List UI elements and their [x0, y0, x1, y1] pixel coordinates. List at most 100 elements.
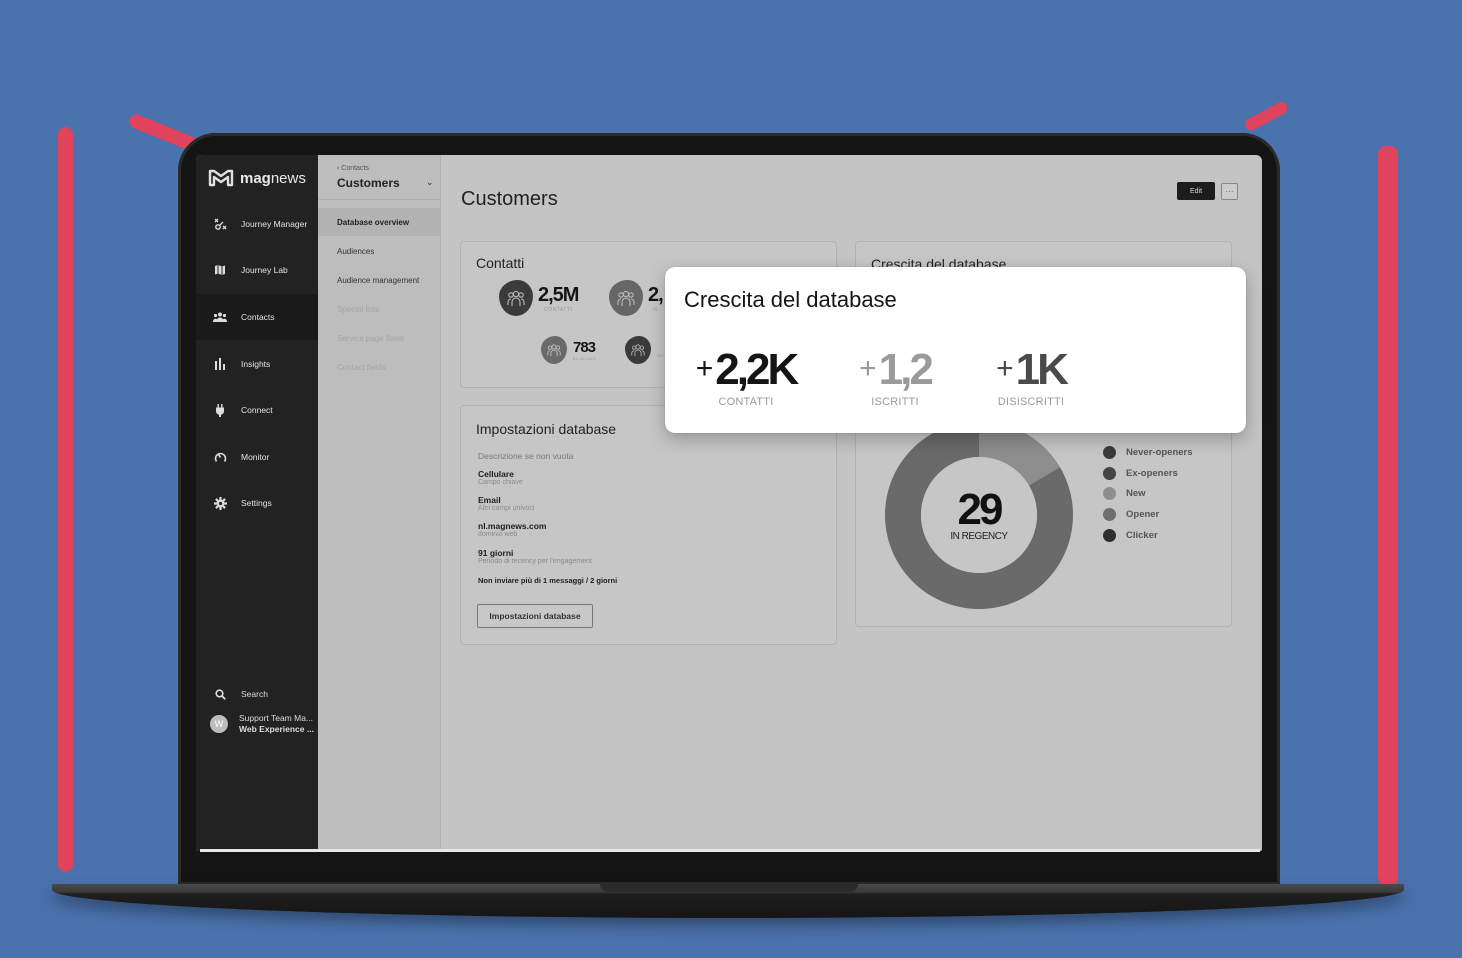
legend-item: Clicker: [1103, 528, 1158, 542]
magnews-logo-icon: [208, 169, 234, 187]
setting-caption: Altri campi univoci: [478, 505, 535, 512]
subnav-item-contact-fields: Contact fields: [337, 362, 386, 372]
stat-label: CONTATTI: [544, 306, 573, 313]
decorative-stroke: [1378, 146, 1398, 886]
journey-manager-icon: [213, 217, 227, 231]
database-growth-popup: Crescita del database +2,2K CONTATTI +1,…: [665, 267, 1246, 433]
sub-navigation: ‹ Contacts Customers ⌄ Database overview…: [318, 155, 441, 851]
more-options-button[interactable]: ···: [1221, 183, 1238, 200]
setting-unique-fields: Email Altri campi univoci: [478, 495, 534, 512]
legend-swatch: [1103, 446, 1116, 459]
people-icon: [625, 336, 651, 364]
stat-value: 2,5M: [538, 283, 579, 306]
growth-stat-value: +1,2: [859, 345, 934, 394]
stat-eliminati: 783 ELIMINATI: [541, 336, 597, 364]
sidebar-item-journey-manager[interactable]: Journey Manager: [196, 201, 318, 247]
subnav-item-database-overview[interactable]: Database overview: [318, 208, 440, 236]
sidebar-item-connect[interactable]: Connect: [196, 387, 318, 433]
setting-key-field: Cellulare Campo chiave: [478, 469, 523, 486]
card-title: Impostazioni database: [476, 421, 617, 437]
brand-name: magnews: [240, 169, 306, 187]
chevron-down-icon[interactable]: ⌄: [426, 177, 434, 188]
sidebar-item-label: Monitor: [241, 452, 270, 462]
card-title: Contatti: [476, 255, 525, 271]
legend-swatch: [1103, 466, 1116, 480]
user-account-menu[interactable]: W Support Team Ma... Web Experience ...: [196, 712, 318, 736]
map-icon: [213, 263, 227, 277]
legend-label: Never-openers: [1126, 447, 1193, 458]
plug-icon: [213, 403, 227, 417]
stat-value: 2,: [648, 283, 664, 306]
growth-stat-value: +2,2K: [695, 345, 799, 394]
popup-title: Crescita del database: [684, 287, 897, 312]
legend-label: Opener: [1126, 509, 1160, 521]
sidebar-item-settings[interactable]: Settings: [196, 480, 318, 526]
sidebar-item-contacts[interactable]: Contacts: [196, 294, 318, 340]
people-icon: [541, 336, 567, 364]
sidebar-item-insights[interactable]: Insights: [196, 341, 318, 387]
divider: [318, 199, 440, 200]
setting-frequency-limit: Non inviare più di 1 messaggi / 2 giorni: [478, 576, 618, 585]
sidebar-item-journey-lab[interactable]: Journey Lab: [196, 247, 318, 293]
legend-item: New: [1103, 487, 1146, 501]
user-name: Support Team Ma...: [239, 713, 314, 723]
legend-label: Ex-openers: [1126, 467, 1178, 479]
page-title: Customers: [461, 188, 558, 210]
people-icon: [609, 280, 643, 316]
growth-stat-contatti: +2,2K CONTATTI: [691, 345, 801, 409]
search-button[interactable]: Search: [196, 687, 318, 701]
sidebar-item-label: Contacts: [241, 312, 275, 322]
sidebar-item-label: Settings: [241, 498, 272, 508]
database-settings-card: Impostazioni database Descrizione se non…: [460, 405, 837, 645]
sidebar-item-label: Insights: [241, 359, 271, 369]
stat-iscritti: 2, IS: [609, 280, 664, 316]
growth-stat-value: +1K: [996, 345, 1069, 394]
decorative-stroke: [1243, 100, 1290, 133]
edit-button[interactable]: Edit: [1177, 182, 1215, 200]
setting-value: Email: [478, 495, 501, 505]
legend-label: New: [1126, 488, 1146, 500]
user-workspace: Web Experience ...: [239, 724, 314, 734]
people-icon: [499, 280, 533, 316]
sidebar-item-label: Journey Manager: [241, 219, 308, 229]
setting-caption: Campo chiave: [478, 479, 523, 486]
screen-edge: [200, 849, 1260, 852]
breadcrumb-contacts[interactable]: ‹ Contacts: [337, 165, 369, 172]
search-label: Search: [241, 689, 268, 699]
growth-stat-label: ISCRITTI: [871, 396, 919, 408]
sidebar-item-label: Journey Lab: [241, 265, 288, 275]
subnav-item-audiences[interactable]: Audiences: [318, 237, 440, 265]
legend-swatch: [1103, 508, 1116, 522]
laptop-notch: [600, 884, 858, 892]
sidebar-item-label: Connect: [241, 405, 273, 415]
legend-item: Never-openers: [1103, 446, 1193, 459]
users-icon: [213, 310, 227, 324]
app-screen: magnews Journey Manager Journey Lab Cont…: [196, 155, 1262, 851]
setting-caption: Periodo di recency per l'engagement: [478, 558, 592, 565]
setting-caption: dominio web: [478, 531, 518, 538]
subnav-item-service-page-flows: Service page flows: [337, 333, 405, 343]
growth-stat-label: DISISCRITTI: [997, 396, 1065, 408]
stat-contatti: 2,5M CONTATTI: [499, 280, 579, 316]
subnav-item-audience-management[interactable]: Audience management: [318, 266, 440, 294]
stat-label: NO: [657, 352, 664, 358]
decorative-stroke: [58, 127, 73, 872]
stat-label: ELIMINATI: [573, 356, 597, 361]
donut-center-label: IN REGENCY: [950, 530, 1008, 542]
donut-center-value: 29: [957, 484, 1004, 534]
database-settings-button[interactable]: Impostazioni database: [477, 604, 593, 628]
subnav-title: Customers: [337, 176, 400, 190]
growth-stat-label: CONTATTI: [718, 396, 774, 408]
setting-web-domain: nl.magnews.com dominio web: [478, 521, 547, 538]
main-content: Customers Edit ··· Contatti 2,5M CONTATT…: [440, 155, 1262, 851]
search-icon: [213, 687, 227, 701]
legend-swatch: [1103, 528, 1116, 542]
logo[interactable]: magnews: [208, 169, 306, 187]
setting-value: Cellulare: [478, 469, 514, 479]
setting-recency-period: 91 giorni Periodo di recency per l'engag…: [478, 548, 592, 565]
avatar: W: [210, 715, 228, 733]
sidebar: magnews Journey Manager Journey Lab Cont…: [196, 155, 318, 851]
legend-swatch: [1103, 487, 1116, 501]
growth-stat-disiscritti: +1K DISISCRITTI: [991, 345, 1071, 409]
sidebar-item-monitor[interactable]: Monitor: [196, 434, 318, 480]
